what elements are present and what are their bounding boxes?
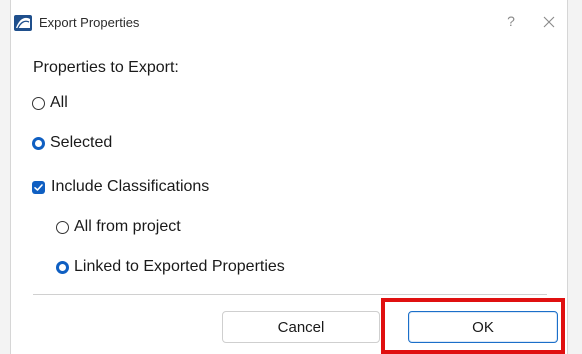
app-logo-icon bbox=[14, 15, 32, 31]
divider bbox=[33, 294, 547, 295]
radio-all-label: All bbox=[50, 94, 68, 111]
cancel-button[interactable]: Cancel bbox=[222, 311, 380, 343]
radio-all-from-project[interactable]: All from project bbox=[56, 218, 181, 236]
dialog-title: Export Properties bbox=[39, 15, 140, 30]
title-bar: Export Properties ? bbox=[11, 0, 567, 44]
close-icon bbox=[543, 16, 555, 28]
radio-linked-label: Linked to Exported Properties bbox=[74, 258, 285, 275]
include-classifications-label: Include Classifications bbox=[51, 178, 210, 195]
close-button[interactable] bbox=[539, 10, 559, 32]
radio-all[interactable]: All bbox=[32, 94, 68, 112]
radio-all-from-project-label: All from project bbox=[74, 218, 181, 235]
radio-unchecked-icon[interactable] bbox=[32, 96, 45, 110]
radio-checked-icon[interactable] bbox=[32, 136, 45, 150]
help-button[interactable]: ? bbox=[503, 13, 519, 31]
background-window-right bbox=[568, 0, 582, 354]
include-classifications-checkbox[interactable]: Include Classifications bbox=[32, 178, 209, 196]
properties-to-export-label: Properties to Export: bbox=[33, 59, 179, 76]
radio-checked-icon[interactable] bbox=[56, 260, 69, 274]
radio-unchecked-icon[interactable] bbox=[56, 220, 69, 234]
radio-selected[interactable]: Selected bbox=[32, 134, 112, 152]
radio-linked-to-exported[interactable]: Linked to Exported Properties bbox=[56, 258, 285, 276]
background-window-left bbox=[0, 0, 10, 354]
radio-selected-label: Selected bbox=[50, 134, 113, 151]
checkbox-checked-icon[interactable] bbox=[32, 180, 45, 194]
ok-button-highlight-annotation bbox=[381, 298, 565, 354]
